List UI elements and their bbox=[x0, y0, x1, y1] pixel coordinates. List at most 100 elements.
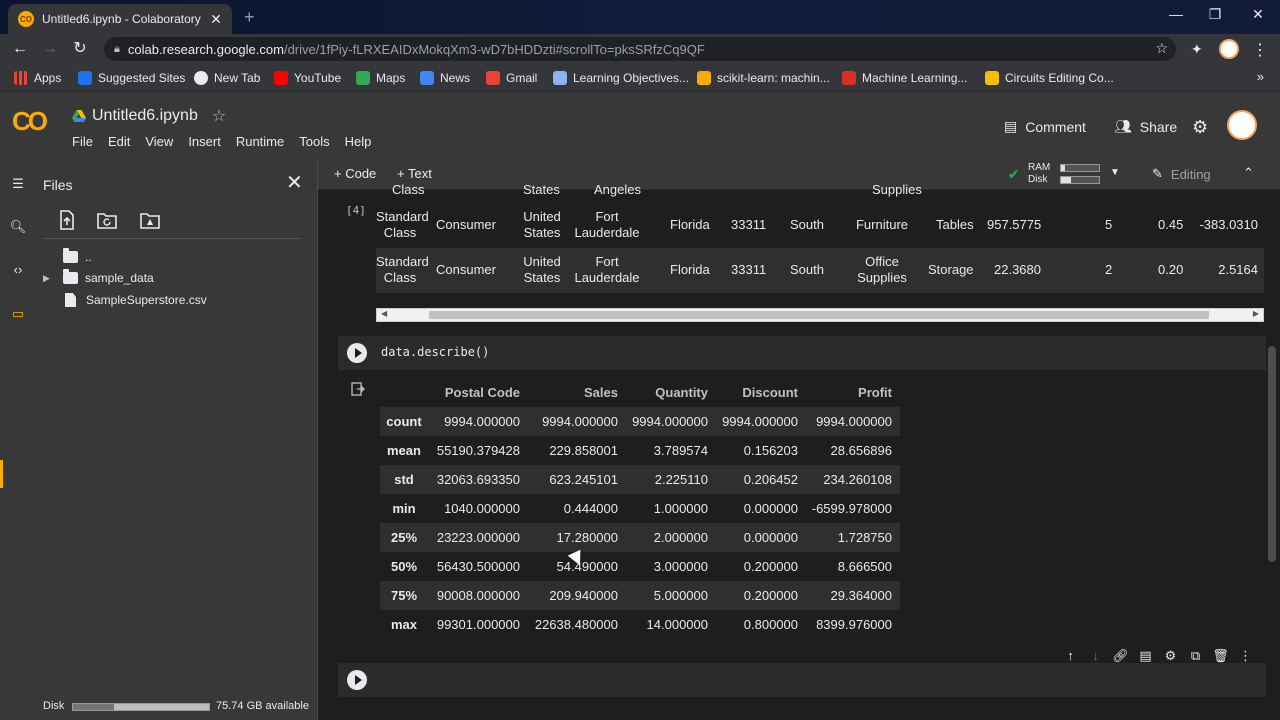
close-icon[interactable]: ✕ bbox=[286, 170, 303, 195]
search-icon[interactable]: 🔍︎ bbox=[9, 219, 27, 237]
tree-item-sample-data[interactable]: ▶ sample_data bbox=[43, 269, 154, 287]
folder-icon[interactable]: ▭ bbox=[9, 306, 27, 324]
back-icon[interactable]: ← bbox=[10, 39, 30, 59]
expand-arrow-icon[interactable]: ▶ bbox=[43, 273, 53, 284]
chevron-up-icon[interactable]: ⌃ bbox=[1243, 165, 1254, 181]
cell-sub-category: Tables bbox=[936, 217, 974, 232]
reload-icon[interactable]: ↻ bbox=[70, 39, 90, 59]
minimize-icon[interactable]: — bbox=[1166, 6, 1186, 22]
more-options-icon[interactable]: ⋮ bbox=[1233, 648, 1258, 664]
delete-icon[interactable]: 🗑︎ bbox=[1208, 648, 1233, 664]
more-bookmarks-icon[interactable]: » bbox=[1257, 69, 1264, 84]
left-icon-rail: ☰ 🔍︎ ‹› ▭ bbox=[0, 158, 36, 720]
window-close-icon[interactable]: ✕ bbox=[1248, 6, 1268, 23]
row-index: max bbox=[390, 617, 418, 632]
bookmark-learning-objectives[interactable]: Learning Objectives... bbox=[553, 70, 689, 86]
cell-segment: Consumer bbox=[436, 217, 496, 232]
move-cell-down-icon[interactable]: ↓ bbox=[1083, 648, 1108, 664]
bookmark-suggested-sites[interactable]: Suggested Sites bbox=[78, 70, 185, 86]
table-cell: 0.444000 bbox=[563, 501, 618, 516]
comment-button[interactable]: ▤ Comment bbox=[1004, 118, 1086, 135]
comment-icon[interactable]: ▤ bbox=[1133, 648, 1158, 664]
refresh-folder-icon[interactable] bbox=[97, 210, 117, 230]
restore-icon[interactable]: ❐ bbox=[1205, 6, 1225, 23]
table-row: count 9994.000000 9994.000000 9994.000000 99… bbox=[380, 407, 900, 436]
browser-tab[interactable]: CO Untitled6.ipynb - Colaboratory ✕ bbox=[8, 4, 232, 34]
bookmark-news[interactable]: News bbox=[420, 70, 470, 86]
horizontal-scroll-thumb[interactable] bbox=[429, 311, 1209, 319]
menu-help[interactable]: Help bbox=[340, 132, 377, 151]
table-of-contents-icon[interactable]: ☰ bbox=[9, 176, 27, 194]
menu-view[interactable]: View bbox=[140, 132, 178, 151]
colab-logo[interactable]: CO bbox=[12, 106, 48, 137]
url-input[interactable]: 🔒︎ colab.research.google.com/drive/1fPiy… bbox=[104, 37, 1176, 61]
menu-edit[interactable]: Edit bbox=[103, 132, 135, 151]
editing-mode-button[interactable]: ✎ Editing bbox=[1152, 166, 1211, 182]
menu-runtime[interactable]: Runtime bbox=[231, 132, 289, 151]
scroll-left-arrow-icon[interactable]: ◀ bbox=[381, 309, 387, 318]
new-tab-icon[interactable]: + bbox=[244, 7, 255, 28]
table-row: std 32063.693350 623.245101 2.225110 0.20645… bbox=[380, 465, 900, 494]
table-row: Standard Class Consumer United States Fo… bbox=[376, 203, 1264, 248]
code-snippets-icon[interactable]: ‹› bbox=[9, 262, 27, 280]
youtube-icon bbox=[274, 71, 288, 85]
cell-sub-category: Storage bbox=[928, 262, 974, 277]
star-icon[interactable]: ☆ bbox=[212, 106, 226, 126]
tree-item-parent[interactable]: .. bbox=[63, 248, 92, 266]
empty-code-cell[interactable] bbox=[338, 663, 1266, 697]
link-icon[interactable]: 🔗︎ bbox=[1108, 648, 1133, 664]
cell-toolbar: ↑ ↓ 🔗︎ ▤ ⚙ ⧉ 🗑︎ ⋮ bbox=[1058, 648, 1258, 664]
bookmark-machine-learning[interactable]: Machine Learning... bbox=[842, 70, 967, 86]
run-cell-button[interactable] bbox=[347, 343, 367, 363]
forward-icon[interactable]: → bbox=[40, 39, 60, 59]
menu-tools[interactable]: Tools bbox=[294, 132, 334, 151]
table-row: 50% 56430.500000 54.490000 3.000000 0.200000… bbox=[380, 552, 900, 581]
bookmark-scikit-learn[interactable]: scikit-learn: machin... bbox=[697, 70, 830, 86]
notebook-title[interactable]: Untitled6.ipynb ☆ bbox=[72, 106, 226, 126]
code-editor[interactable]: data.describe() bbox=[381, 345, 489, 359]
extensions-puzzle-icon[interactable]: ✦ bbox=[1191, 41, 1203, 58]
bookmark-youtube[interactable]: YouTube bbox=[274, 70, 341, 86]
menu-file[interactable]: File bbox=[67, 132, 98, 151]
upload-file-icon[interactable] bbox=[57, 210, 77, 230]
mount-drive-icon[interactable] bbox=[140, 210, 160, 230]
share-button[interactable]: 👥︎ Share bbox=[1114, 118, 1177, 135]
scikit-learn-icon bbox=[697, 71, 711, 85]
add-code-button[interactable]: + Code bbox=[334, 166, 376, 181]
browser-menu-icon[interactable]: ⋮ bbox=[1252, 40, 1268, 60]
scroll-right-arrow-icon[interactable]: ▶ bbox=[1253, 309, 1259, 318]
run-cell-button[interactable] bbox=[347, 670, 367, 690]
menu-insert[interactable]: Insert bbox=[183, 132, 226, 151]
folder-up-icon bbox=[63, 248, 78, 263]
bookmark-apps[interactable]: Apps bbox=[14, 70, 61, 86]
globe-icon bbox=[194, 71, 208, 85]
bookmark-circuits-editing[interactable]: Circuits Editing Co... bbox=[985, 70, 1114, 86]
cell-settings-icon[interactable]: ⚙ bbox=[1158, 648, 1183, 664]
mirror-cell-icon[interactable]: ⧉ bbox=[1183, 648, 1208, 664]
notebook-title-text[interactable]: Untitled6.ipynb bbox=[92, 107, 198, 125]
user-avatar[interactable] bbox=[1227, 110, 1257, 140]
move-cell-up-icon[interactable]: ↑ bbox=[1058, 648, 1083, 664]
lock-icon: 🔒︎ bbox=[114, 42, 120, 55]
ram-disk-indicator[interactable]: RAM Disk bbox=[1028, 162, 1050, 186]
add-text-button[interactable]: + Text bbox=[397, 166, 432, 181]
cell-profit: 2.5164 bbox=[1218, 262, 1258, 277]
gear-icon[interactable]: ⚙ bbox=[1192, 117, 1208, 138]
horizontal-scrollbar[interactable]: ◀ ▶ bbox=[376, 308, 1264, 322]
bookmark-gmail[interactable]: Gmail bbox=[486, 70, 537, 86]
code-cell[interactable]: data.describe() bbox=[338, 336, 1266, 370]
tab-close-icon[interactable]: ✕ bbox=[208, 11, 224, 27]
vertical-scroll-thumb[interactable] bbox=[1268, 346, 1276, 562]
browser-profile-avatar[interactable] bbox=[1219, 39, 1239, 59]
table-cell: 90008.000000 bbox=[436, 588, 520, 603]
disk-usage-fill bbox=[73, 704, 114, 710]
output-actions-icon[interactable] bbox=[351, 382, 365, 396]
bookmark-star-icon[interactable]: ☆ bbox=[1155, 40, 1168, 57]
cell-country: United States bbox=[523, 254, 561, 285]
tree-item-samplesuperstore[interactable]: SampleSuperstore.csv bbox=[63, 291, 207, 309]
row-index: 25% bbox=[390, 530, 418, 545]
bookmark-new-tab[interactable]: New Tab bbox=[194, 70, 260, 86]
table-cell: 229.858001 bbox=[549, 443, 618, 458]
bookmark-maps[interactable]: Maps bbox=[356, 70, 405, 86]
runtime-dropdown-icon[interactable]: ▼ bbox=[1110, 167, 1120, 178]
